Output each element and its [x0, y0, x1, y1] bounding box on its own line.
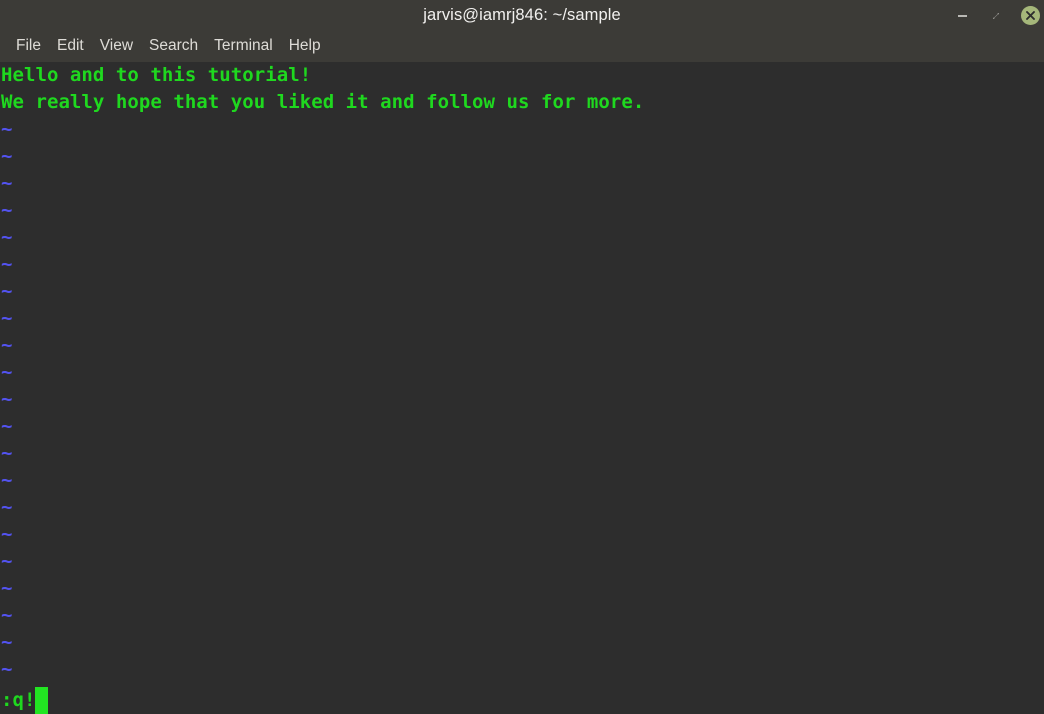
vim-empty-line-marker: ~: [1, 361, 13, 383]
terminal-window: jarvis@iamrj846: ~/sample File Edit View…: [0, 0, 1044, 714]
menu-item-edit[interactable]: Edit: [49, 35, 92, 58]
window-titlebar[interactable]: jarvis@iamrj846: ~/sample: [0, 0, 1044, 31]
terminal-text-line: Hello and to this tutorial!: [1, 64, 312, 86]
maximize-button[interactable]: [986, 6, 1006, 26]
vim-empty-line-marker: ~: [1, 604, 13, 626]
restore-icon: [993, 12, 999, 19]
vim-empty-line-marker: ~: [1, 280, 13, 302]
menu-item-search[interactable]: Search: [141, 35, 206, 58]
vim-command-text: :q!: [1, 689, 36, 711]
menubar: File Edit View Search Terminal Help: [0, 31, 1044, 62]
close-x-icon: [1025, 11, 1035, 20]
vim-empty-line-marker: ~: [1, 199, 13, 221]
vim-empty-line-marker: ~: [1, 307, 13, 329]
window-controls: [952, 0, 1040, 31]
vim-command-line: :q!: [0, 686, 1044, 714]
vim-empty-line-marker: ~: [1, 226, 13, 248]
vim-empty-line-marker: ~: [1, 253, 13, 275]
terminal-body[interactable]: Hello and to this tutorial! We really hop…: [0, 62, 1044, 714]
vim-empty-line-marker: ~: [1, 415, 13, 437]
vim-empty-line-marker: ~: [1, 496, 13, 518]
menu-item-file[interactable]: File: [8, 35, 49, 58]
terminal-text-line: We really hope that you liked it and fol…: [1, 91, 645, 113]
text-cursor: [35, 686, 49, 714]
vim-empty-line-marker: ~: [1, 172, 13, 194]
vim-empty-line-marker: ~: [1, 523, 13, 545]
vim-empty-line-marker: ~: [1, 550, 13, 572]
vim-empty-line-marker: ~: [1, 577, 13, 599]
minimize-button[interactable]: [952, 6, 972, 26]
vim-empty-line-marker: ~: [1, 145, 13, 167]
close-button[interactable]: [1020, 6, 1040, 26]
menu-item-terminal[interactable]: Terminal: [206, 35, 281, 58]
terminal-rows: Hello and to this tutorial! We really hop…: [0, 62, 1044, 714]
vim-empty-line-marker: ~: [1, 658, 13, 680]
vim-empty-line-marker: ~: [1, 442, 13, 464]
vim-empty-line-marker: ~: [1, 334, 13, 356]
vim-empty-line-marker: ~: [1, 469, 13, 491]
window-title: jarvis@iamrj846: ~/sample: [423, 6, 621, 24]
vim-empty-line-marker: ~: [1, 118, 13, 140]
minus-icon: [957, 14, 967, 17]
menu-item-view[interactable]: View: [92, 35, 141, 58]
vim-empty-line-marker: ~: [1, 631, 13, 653]
close-button-circle: [1020, 6, 1040, 25]
menu-item-help[interactable]: Help: [281, 35, 329, 58]
vim-empty-line-marker: ~: [1, 388, 13, 410]
